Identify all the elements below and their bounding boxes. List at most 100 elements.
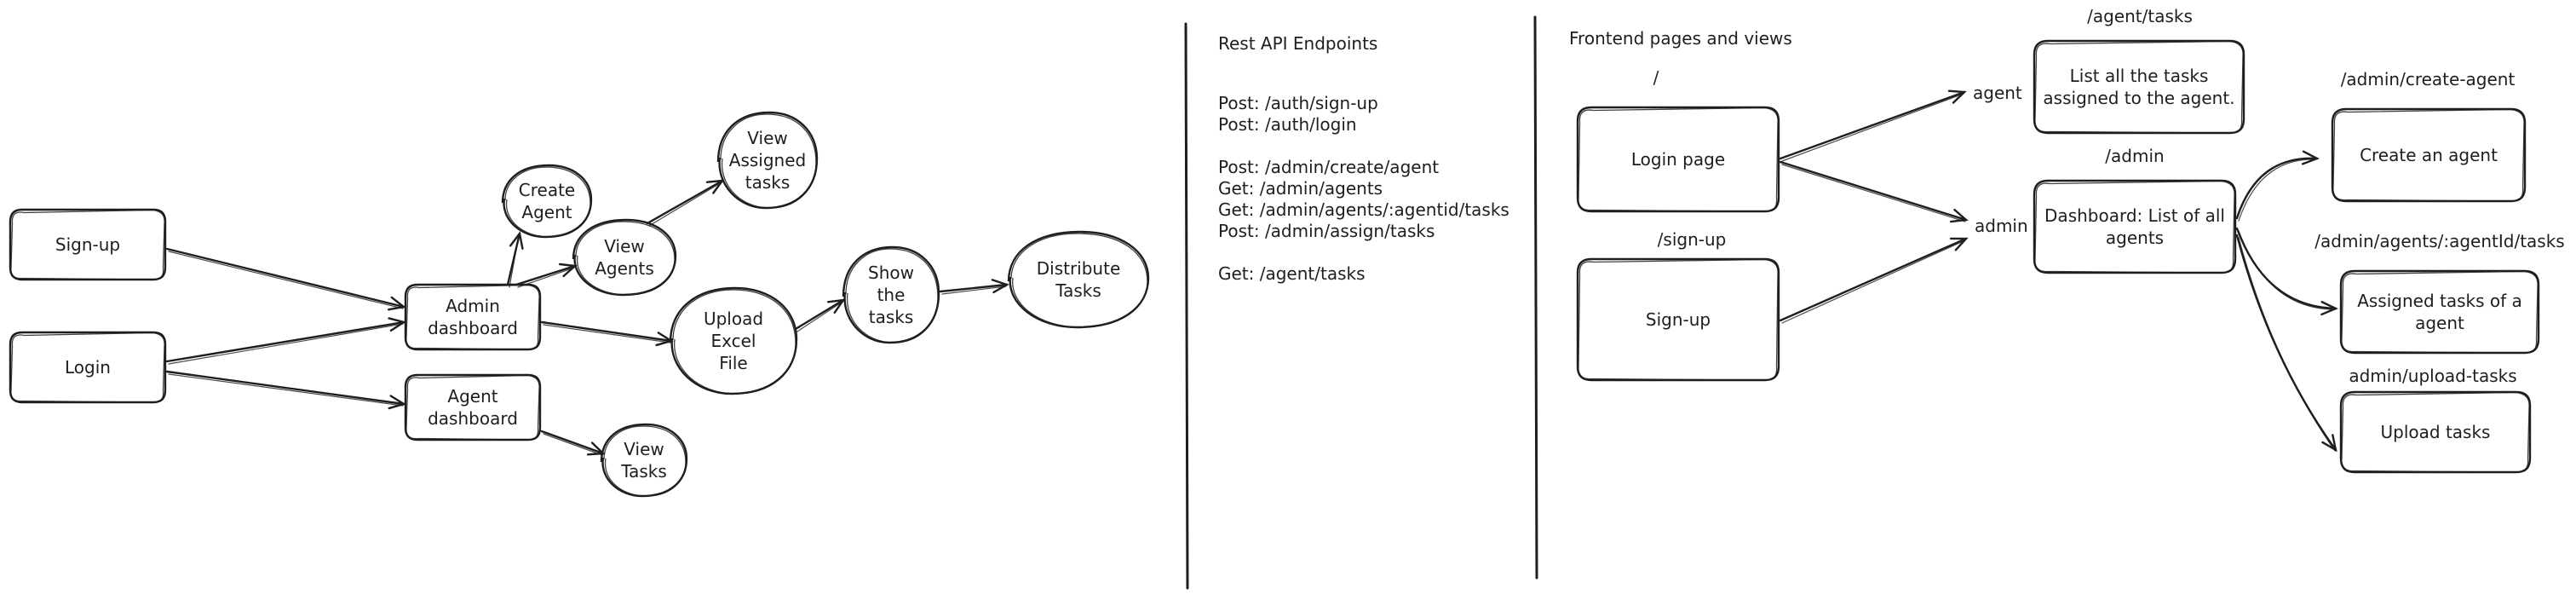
edge-agent-view-tasks xyxy=(540,430,606,456)
flow-node-show-tasks-text: Showthetasks xyxy=(868,262,914,327)
fe-page-admin-dashboard-page-route: /admin xyxy=(2105,146,2164,166)
edge-login-admin-route-line xyxy=(1779,160,1968,222)
flow-node-admin-dashboard-box xyxy=(404,283,542,351)
edge-agent-view-tasks-line xyxy=(540,430,605,455)
flow-node-view-agents-line: Agents xyxy=(595,258,654,279)
flow-node-agent-dashboard-line: dashboard xyxy=(428,408,518,429)
edge-upload-show xyxy=(794,298,846,332)
fe-page-agent-tasks-line: List all the tasks xyxy=(2070,66,2209,86)
edge-signup-admin-route-line xyxy=(1779,237,1968,322)
api-endpoint-line: Post: /admin/create/agent xyxy=(1218,157,1439,177)
flow-node-admin-dashboard-line: dashboard xyxy=(428,318,518,338)
fe-page-login-page-route: / xyxy=(1653,67,1659,88)
edge-show-distribute xyxy=(939,279,1009,295)
flow-node-sign-up-line: Sign-up xyxy=(55,234,120,255)
fe-page-upload-tasks-page-line: Upload tasks xyxy=(2381,422,2491,442)
flow-node-view-agents xyxy=(572,218,677,297)
fe-page-login-page-text: Login page xyxy=(1631,149,1725,170)
label-agent: agent xyxy=(1973,83,2022,103)
edge-login-agent-route-line xyxy=(1779,90,1966,160)
fe-page-assigned-tasks-page-route: /admin/agents/:agentId/tasks xyxy=(2314,231,2564,251)
flow-node-view-assigned-tasks-line: View xyxy=(747,128,787,148)
edge-upload-show-line xyxy=(794,298,845,331)
edge-admin-view-agents-line-sketch xyxy=(517,267,575,288)
flow-node-distribute-tasks-text: DistributeTasks xyxy=(1037,258,1121,301)
fe-page-upload-tasks-page-route: admin/upload-tasks xyxy=(2349,366,2516,386)
edge-login-agent xyxy=(165,370,406,410)
diagram-svg: Sign-upLoginAdmindashboardAgentdashboard… xyxy=(9,6,2565,590)
fe-page-signup-page-route: /sign-up xyxy=(1658,229,1727,250)
flow-node-admin-dashboard-text: Admindashboard xyxy=(428,296,518,338)
edge-dashboard-upload-tasks-line-sketch xyxy=(2238,237,2336,452)
edge-admin-upload-line-sketch xyxy=(543,324,671,343)
edge-login-admin-line-sketch xyxy=(168,323,404,365)
api-endpoint-line: Post: /auth/login xyxy=(1218,114,1357,135)
fe-page-create-agent-page-text: Create an agent xyxy=(2360,145,2498,165)
fe-page-signup-page-line: Sign-up xyxy=(1646,309,1711,330)
api-title: Rest API Endpoints xyxy=(1218,33,1377,54)
edge-login-agent-line xyxy=(165,370,405,406)
fe-page-create-agent-page-line: Create an agent xyxy=(2360,145,2498,165)
fe-page-agent-tasks-route: /agent/tasks xyxy=(2087,6,2193,26)
fe-page-upload-tasks-page: admin/upload-tasks xyxy=(2339,366,2532,474)
edge-view-agents-assigned-line xyxy=(646,179,724,225)
flow-node-sign-up-text: Sign-up xyxy=(55,234,120,255)
fe-page-assigned-tasks-page-text: Assigned tasks of aagent xyxy=(2357,291,2522,333)
flow-node-view-assigned-tasks-line: tasks xyxy=(745,172,791,193)
flow-node-create-agent-text: CreateAgent xyxy=(519,180,575,222)
edge-login-agent-line-sketch xyxy=(168,373,404,407)
fe-page-create-agent-page: /admin/create-agent xyxy=(2331,69,2527,203)
flow-node-login-line: Login xyxy=(65,357,111,378)
api-endpoint-line: Post: /admin/assign/tasks xyxy=(1218,221,1435,241)
edge-admin-upload xyxy=(540,320,674,347)
flow-node-upload-excel-text: UploadExcelFile xyxy=(704,309,763,373)
divider-right xyxy=(1533,15,1538,580)
fe-page-signup-page: /sign-up xyxy=(1576,229,1780,382)
edge-admin-view-agents-line xyxy=(515,264,577,286)
flow-node-view-agents-text: ViewAgents xyxy=(595,236,654,279)
edge-admin-create-agent-line-sketch xyxy=(509,234,520,288)
flow-node-upload-excel-line: Excel xyxy=(711,331,756,351)
edge-signup-admin-line-sketch xyxy=(168,251,404,309)
flow-node-create-agent-line: Agent xyxy=(521,202,572,222)
edge-login-admin-route xyxy=(1779,160,1969,223)
api-endpoints-list: Rest API EndpointsPost: /auth/sign-upPos… xyxy=(1218,33,1509,284)
flow-node-create-agent xyxy=(501,164,593,239)
flow-node-show-tasks-line: the xyxy=(877,285,906,305)
flow-node-view-agents-line: View xyxy=(604,236,644,257)
fe-page-create-agent-page-route: /admin/create-agent xyxy=(2341,69,2516,89)
flow-node-agent-dashboard-line: Agent xyxy=(447,386,497,407)
api-endpoint-line: Get: /admin/agents xyxy=(1218,178,1383,199)
flow-node-agent-dashboard-text: Agentdashboard xyxy=(428,386,518,429)
flow-node-distribute-tasks-line: Distribute xyxy=(1037,258,1121,279)
edge-signup-admin-route-line-sketch xyxy=(1781,239,1966,324)
flow-node-agent-dashboard-box xyxy=(404,373,542,441)
edge-view-agents-assigned xyxy=(646,179,725,227)
edge-login-admin-route-line-sketch xyxy=(1781,164,1966,222)
fe-page-assigned-tasks-page-line: agent xyxy=(2415,313,2464,333)
fe-page-admin-dashboard-page-line: agents xyxy=(2106,228,2164,248)
edge-login-agent-route-line-sketch xyxy=(1781,93,1964,162)
flow-node-create-agent-line: Create xyxy=(519,180,575,200)
flow-node-view-tasks-text: ViewTasks xyxy=(620,439,667,482)
edge-login-admin-line xyxy=(165,320,405,363)
flow-node-show-tasks-line: tasks xyxy=(869,307,914,327)
flow-node-distribute-tasks xyxy=(1007,230,1150,329)
fe-page-assigned-tasks-page-line: Assigned tasks of a xyxy=(2357,291,2522,311)
flow-node-view-assigned-tasks-text: ViewAssignedtasks xyxy=(729,128,806,193)
edge-dashboard-create-agent-line xyxy=(2235,157,2319,220)
diagram-canvas: Sign-up Login Admin dashboard Agent dashboard… xyxy=(0,0,2576,600)
fe-page-admin-dashboard-page-line: Dashboard: List of all xyxy=(2044,205,2225,226)
edge-admin-upload-line xyxy=(540,320,673,343)
fe-page-login-page-line: Login page xyxy=(1631,149,1725,170)
fe-page-upload-tasks-page-text: Upload tasks xyxy=(2381,422,2491,442)
api-endpoint-line: Get: /admin/agents/:agentid/tasks xyxy=(1218,199,1509,220)
fe-page-agent-tasks-line: assigned to the agent. xyxy=(2043,88,2234,108)
edge-signup-admin-route xyxy=(1779,237,1969,324)
edge-dashboard-upload-tasks-line xyxy=(2235,234,2337,452)
flow-node-admin-dashboard-line: Admin xyxy=(446,296,500,316)
flow-node-upload-excel-line: File xyxy=(719,353,747,373)
flow-node-login-text: Login xyxy=(65,357,111,378)
edge-signup-admin xyxy=(165,247,406,311)
flow-node-view-tasks xyxy=(600,423,688,498)
